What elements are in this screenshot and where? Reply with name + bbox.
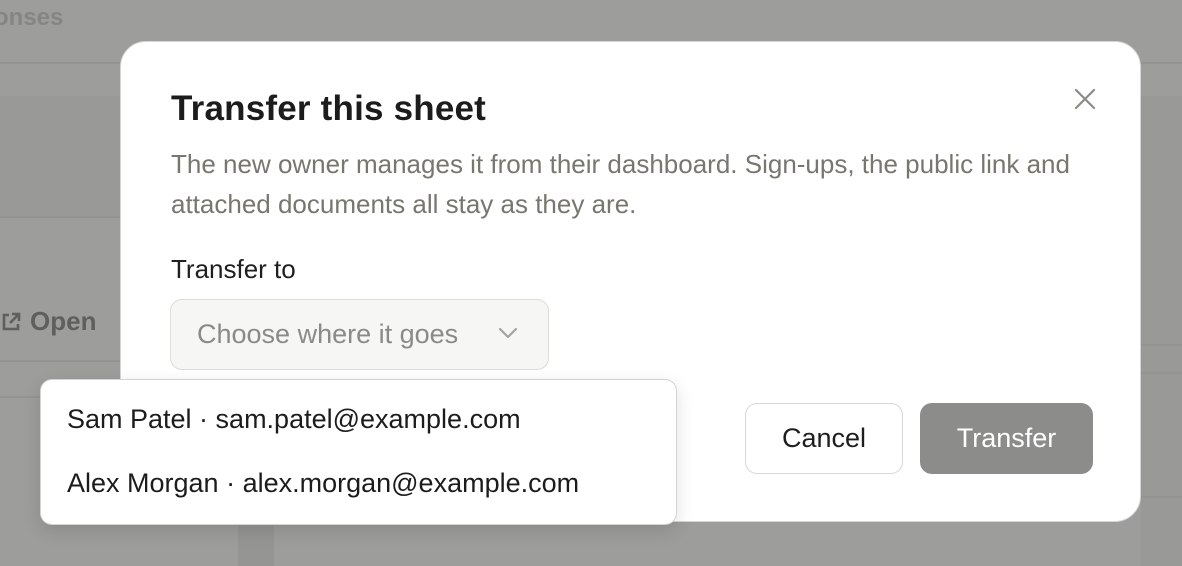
background-divider	[1141, 344, 1182, 346]
transfer-button[interactable]: Transfer	[920, 403, 1093, 474]
dialog-description: The new owner manages it from their dash…	[171, 149, 1070, 219]
background-divider	[0, 216, 120, 218]
transfer-to-dropdown: Sam Patel · sam.patel@example.com Alex M…	[40, 379, 677, 525]
close-button[interactable]	[1069, 83, 1101, 115]
select-placeholder: Choose where it goes	[197, 319, 459, 349]
background-panel	[238, 525, 274, 566]
background-divider	[1141, 496, 1182, 498]
background-tab-label: onses	[0, 4, 64, 31]
close-icon	[1074, 88, 1096, 110]
background-divider	[1141, 372, 1182, 374]
background-open-label: Open	[30, 306, 97, 336]
chevron-down-icon	[498, 327, 518, 339]
transfer-to-select[interactable]: Choose where it goes	[170, 299, 549, 370]
dialog-title: Transfer this sheet	[171, 89, 487, 128]
external-link-icon	[2, 312, 21, 330]
cancel-button[interactable]: Cancel	[745, 403, 903, 474]
background-panel	[0, 96, 120, 216]
dropdown-option[interactable]: Sam Patel · sam.patel@example.com	[67, 404, 521, 435]
dropdown-option[interactable]: Alex Morgan · alex.morgan@example.com	[67, 468, 579, 499]
background-open-link: Open	[0, 306, 96, 337]
transfer-to-label: Transfer to	[171, 254, 296, 284]
background-divider	[0, 360, 120, 362]
